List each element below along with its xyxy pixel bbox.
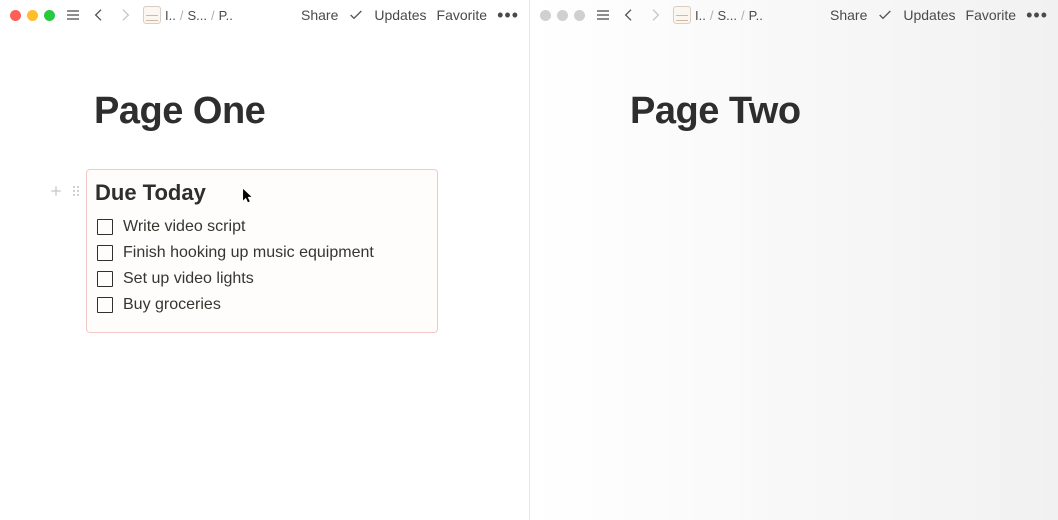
more-menu-icon[interactable]: ••• (497, 6, 519, 24)
todo-label[interactable]: Finish hooking up music equipment (123, 244, 374, 262)
breadcrumb-separator: / (180, 8, 184, 23)
breadcrumb-separator: / (710, 8, 714, 23)
selected-block[interactable]: Due Today Write video script Finish hook… (86, 169, 438, 333)
block-heading[interactable]: Due Today (95, 180, 429, 206)
breadcrumb-part-2[interactable]: S... (187, 8, 207, 23)
share-button[interactable]: Share (830, 7, 867, 23)
nav-forward-icon[interactable] (117, 7, 133, 23)
minimize-window-icon[interactable] (557, 10, 568, 21)
breadcrumb-separator: / (211, 8, 215, 23)
close-window-icon[interactable] (10, 10, 21, 21)
todo-label[interactable]: Set up video lights (123, 270, 254, 288)
updates-button[interactable]: Updates (374, 7, 426, 23)
right-window: I.. / S... / P.. Share Updates Favorite … (529, 0, 1058, 520)
close-window-icon[interactable] (540, 10, 551, 21)
todo-label[interactable]: Buy groceries (123, 296, 221, 314)
favorite-button[interactable]: Favorite (966, 7, 1017, 23)
breadcrumb-part-3[interactable]: P.. (219, 8, 233, 23)
window-traffic-lights[interactable] (540, 10, 585, 21)
window-traffic-lights[interactable] (10, 10, 55, 21)
checkbox-icon[interactable] (97, 219, 113, 235)
page-content-right: Page Two (530, 30, 1058, 133)
nav-back-icon[interactable] (621, 7, 637, 23)
nav-back-icon[interactable] (91, 7, 107, 23)
page-icon (673, 6, 691, 24)
todo-item[interactable]: Finish hooking up music equipment (95, 240, 429, 266)
minimize-window-icon[interactable] (27, 10, 38, 21)
maximize-window-icon[interactable] (44, 10, 55, 21)
page-content-left: Page One Due Today Write video script (0, 30, 529, 333)
checkbox-icon[interactable] (97, 297, 113, 313)
sidebar-toggle-icon[interactable] (65, 7, 81, 23)
breadcrumb-part-2[interactable]: S... (717, 8, 737, 23)
breadcrumb[interactable]: I.. / S... / P.. (143, 6, 233, 24)
nav-forward-icon[interactable] (647, 7, 663, 23)
breadcrumb-part-1[interactable]: I.. (165, 8, 176, 23)
selected-block-wrap: Due Today Write video script Finish hook… (0, 169, 529, 333)
left-window: I.. / S... / P.. Share Updates Favorite … (0, 0, 529, 520)
breadcrumb-part-1[interactable]: I.. (695, 8, 706, 23)
checkbox-icon[interactable] (97, 271, 113, 287)
todo-label[interactable]: Write video script (123, 218, 245, 236)
drag-handle-icon[interactable] (68, 183, 84, 199)
checkbox-icon[interactable] (97, 245, 113, 261)
toolbar-left: I.. / S... / P.. Share Updates Favorite … (0, 0, 529, 30)
breadcrumb-separator: / (741, 8, 745, 23)
todo-item[interactable]: Buy groceries (95, 292, 429, 318)
todo-item[interactable]: Set up video lights (95, 266, 429, 292)
updates-check-icon (877, 7, 893, 23)
updates-button[interactable]: Updates (903, 7, 955, 23)
share-button[interactable]: Share (301, 7, 338, 23)
page-title[interactable]: Page Two (630, 90, 1058, 133)
updates-check-icon (348, 7, 364, 23)
page-icon (143, 6, 161, 24)
breadcrumb-part-3[interactable]: P.. (749, 8, 763, 23)
breadcrumb[interactable]: I.. / S... / P.. (673, 6, 763, 24)
mouse-cursor-icon (242, 188, 253, 204)
sidebar-toggle-icon[interactable] (595, 7, 611, 23)
maximize-window-icon[interactable] (574, 10, 585, 21)
todo-item[interactable]: Write video script (95, 214, 429, 240)
block-handles[interactable] (48, 183, 84, 199)
plus-icon[interactable] (48, 183, 64, 199)
page-title[interactable]: Page One (94, 90, 529, 133)
favorite-button[interactable]: Favorite (437, 7, 488, 23)
more-menu-icon[interactable]: ••• (1026, 6, 1048, 24)
toolbar-right: I.. / S... / P.. Share Updates Favorite … (530, 0, 1058, 30)
